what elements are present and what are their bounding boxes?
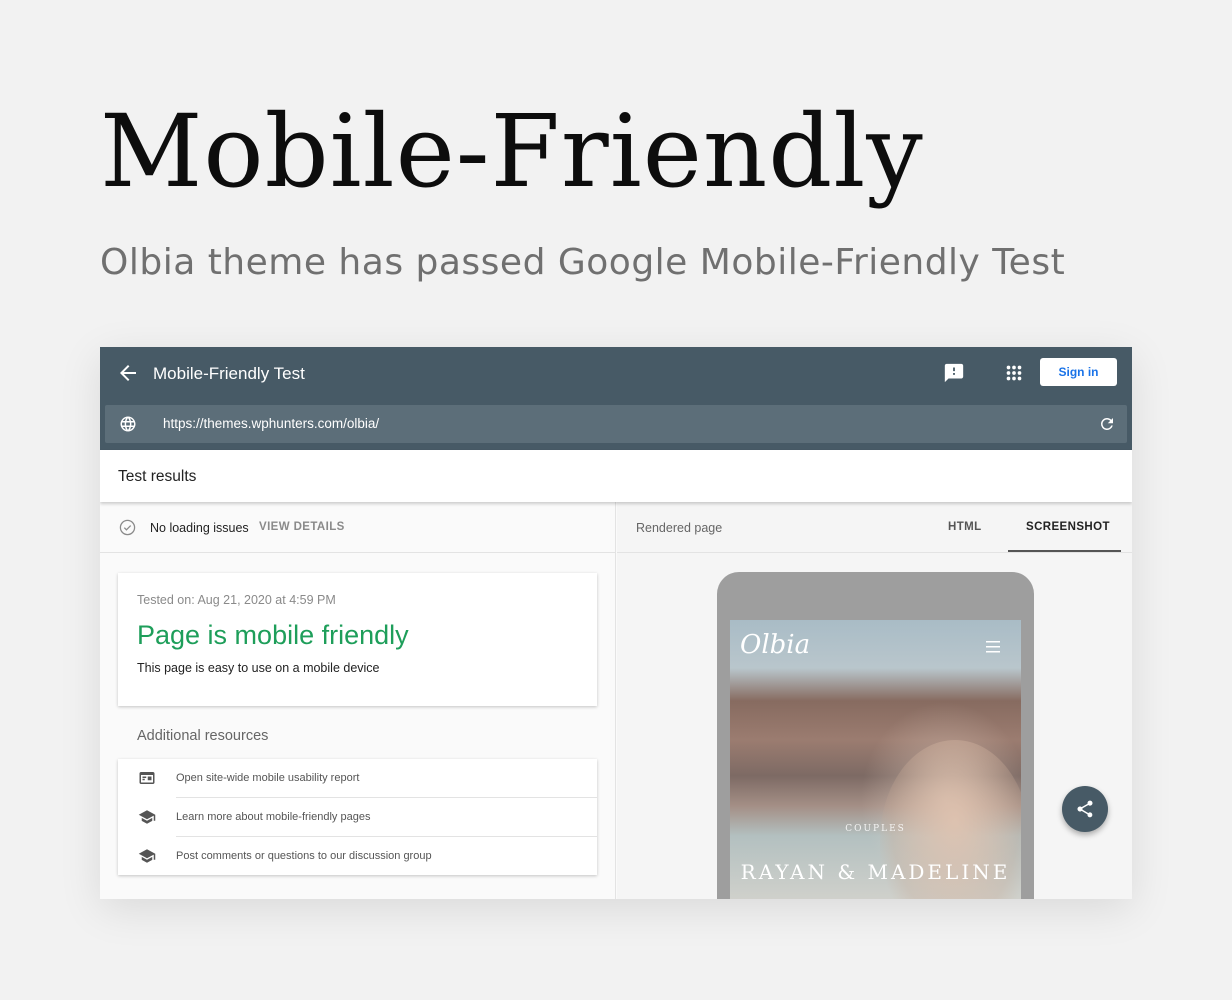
check-circle-icon	[119, 519, 136, 536]
school-icon	[138, 847, 156, 865]
app-title: Mobile-Friendly Test	[153, 364, 305, 383]
sign-in-button[interactable]: Sign in	[1040, 358, 1117, 386]
hero-title: Mobile-Friendly	[100, 93, 924, 210]
site-logo: Olbia	[740, 630, 811, 660]
feedback-icon[interactable]	[943, 362, 965, 384]
resource-label: Learn more about mobile-friendly pages	[176, 811, 371, 823]
results-pane: No loading issues VIEW DETAILS Tested on…	[100, 502, 616, 899]
view-details-link[interactable]: VIEW DETAILS	[259, 521, 345, 533]
results-header: Test results	[100, 450, 1132, 502]
tab-html[interactable]: HTML	[948, 521, 982, 533]
resource-label: Post comments or questions to our discus…	[176, 850, 432, 862]
divider	[617, 552, 1132, 553]
tab-screenshot[interactable]: SCREENSHOT	[1026, 521, 1110, 533]
additional-resources-title: Additional resources	[137, 728, 269, 744]
apps-grid-icon[interactable]	[1003, 362, 1025, 384]
hamburger-menu-icon	[986, 640, 1000, 653]
mobile-friendly-test-screenshot: Mobile-Friendly Test Sign in https://the…	[100, 347, 1132, 899]
school-icon	[138, 808, 156, 826]
resource-item-usability-report[interactable]: Open site-wide mobile usability report	[118, 759, 597, 798]
resource-label: Open site-wide mobile usability report	[176, 772, 360, 784]
back-arrow-icon[interactable]	[116, 361, 140, 385]
phone-frame: Olbia COUPLES RAYAN & MADELINE	[717, 572, 1034, 899]
rendered-page-label: Rendered page	[636, 521, 723, 535]
resource-item-learn-more[interactable]: Learn more about mobile-friendly pages	[118, 798, 597, 837]
share-icon	[1077, 800, 1093, 818]
tested-on-text: Tested on: Aug 21, 2020 at 4:59 PM	[137, 593, 336, 607]
reload-icon[interactable]	[1098, 415, 1116, 433]
globe-icon	[119, 415, 137, 433]
phone-category: COUPLES	[845, 824, 906, 834]
phone-screenshot: Olbia COUPLES RAYAN & MADELINE	[730, 620, 1021, 899]
verdict-description: This page is easy to use on a mobile dev…	[137, 661, 380, 675]
resource-item-discussion-group[interactable]: Post comments or questions to our discus…	[118, 837, 597, 876]
hero-subtitle: Olbia theme has passed Google Mobile-Fri…	[100, 242, 1066, 283]
app-bar: Mobile-Friendly Test Sign in https://the…	[100, 347, 1132, 450]
share-button[interactable]	[1062, 786, 1108, 832]
rendered-page-pane: Rendered page HTML SCREENSHOT Olbia COUP…	[617, 502, 1132, 899]
report-icon	[138, 769, 156, 787]
status-text: No loading issues	[150, 521, 249, 535]
url-text[interactable]: https://themes.wphunters.com/olbia/	[163, 416, 379, 431]
phone-headline: RAYAN & MADELINE	[740, 860, 1011, 884]
loading-status-row: No loading issues VIEW DETAILS	[100, 502, 616, 553]
results-title: Test results	[118, 468, 197, 485]
url-bar[interactable]: https://themes.wphunters.com/olbia/	[105, 405, 1127, 443]
result-card: Tested on: Aug 21, 2020 at 4:59 PM Page …	[118, 573, 597, 706]
verdict-heading: Page is mobile friendly	[137, 620, 409, 650]
resources-list: Open site-wide mobile usability report L…	[118, 759, 597, 875]
